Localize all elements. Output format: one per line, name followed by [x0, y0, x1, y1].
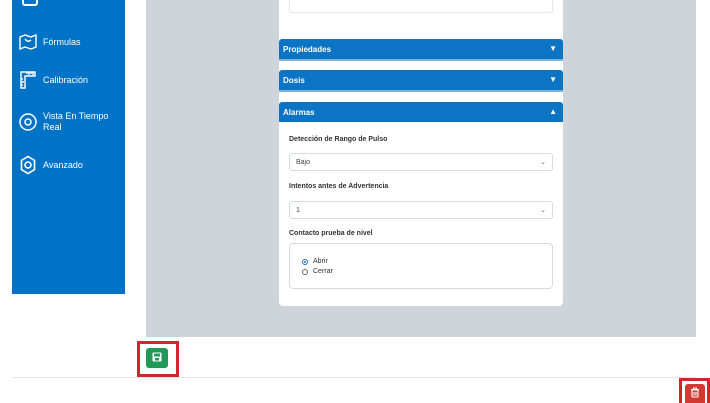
caret-down-icon: ▼ [549, 44, 557, 53]
caret-up-icon: ▲ [549, 107, 557, 116]
select-value: 1 [296, 206, 300, 214]
chevron-down-icon: ⌄ [540, 207, 546, 214]
radio-option-abrir[interactable]: Abrir [302, 258, 328, 265]
accordion-alarmas[interactable]: Alarmas ▲ [279, 102, 563, 122]
level-contact-label: Contacto prueba de nivel [289, 230, 373, 237]
radio-checked[interactable] [302, 258, 308, 265]
sidebar-item-label: Avanzado [43, 159, 83, 170]
select-value: Bajo [296, 158, 311, 166]
accordion-title: Dosis [283, 75, 305, 85]
ruler-icon [18, 70, 38, 90]
sidebar-item-avanzado[interactable]: Avanzado [18, 155, 83, 175]
sidebar-item-label-line1: Vista En Tiempo [43, 111, 109, 121]
level-contact-group: Abrir Cerrar [289, 243, 553, 289]
accordion-propiedades[interactable]: Propiedades ▼ [279, 39, 563, 59]
save-button[interactable] [146, 348, 168, 368]
trash-icon [690, 385, 700, 403]
cropped-field[interactable] [289, 0, 553, 13]
footer-divider [12, 377, 696, 378]
eye-icon [18, 112, 38, 132]
attempts-select[interactable]: 1 ⌄ [289, 201, 553, 219]
sidebar-item-label: Fórmulas [43, 36, 81, 47]
floppy-disk-icon [152, 349, 162, 367]
gear-icon [18, 155, 38, 175]
cropped-nav-icon [22, 0, 38, 6]
sidebar-item-vista-en-tiempo-real[interactable]: Vista En Tiempo Real [18, 111, 108, 133]
radio-label: Abrir [313, 258, 328, 265]
attempts-label: Intentos antes de Advertencia [289, 183, 389, 190]
radio-unchecked[interactable] [302, 268, 308, 275]
accordion-title: Alarmas [283, 107, 315, 117]
sidebar-item-label-line2: Real [43, 122, 62, 132]
sidebar-item-label: Calibración [43, 74, 89, 85]
chevron-down-icon: ⌄ [540, 159, 546, 166]
sidebar: Fórmulas Calibración Vista En Tiempo Rea… [12, 0, 125, 294]
accordion-dosis[interactable]: Dosis ▼ [279, 70, 563, 90]
delete-button[interactable] [685, 384, 705, 403]
caret-down-icon: ▼ [549, 75, 557, 84]
sidebar-item-formulas[interactable]: Fórmulas [18, 32, 81, 52]
radio-option-cerrar[interactable]: Cerrar [302, 268, 333, 275]
pulse-range-select[interactable]: Bajo ⌄ [289, 153, 553, 171]
accordion-title: Propiedades [283, 44, 332, 54]
radio-label: Cerrar [313, 268, 333, 275]
formula-map-icon [18, 32, 38, 52]
sidebar-item-calibracion[interactable]: Calibración [18, 70, 88, 90]
pulse-range-label: Detección de Rango de Pulso [289, 136, 388, 143]
sidebar-item-label: Vista En Tiempo Real [43, 111, 108, 133]
